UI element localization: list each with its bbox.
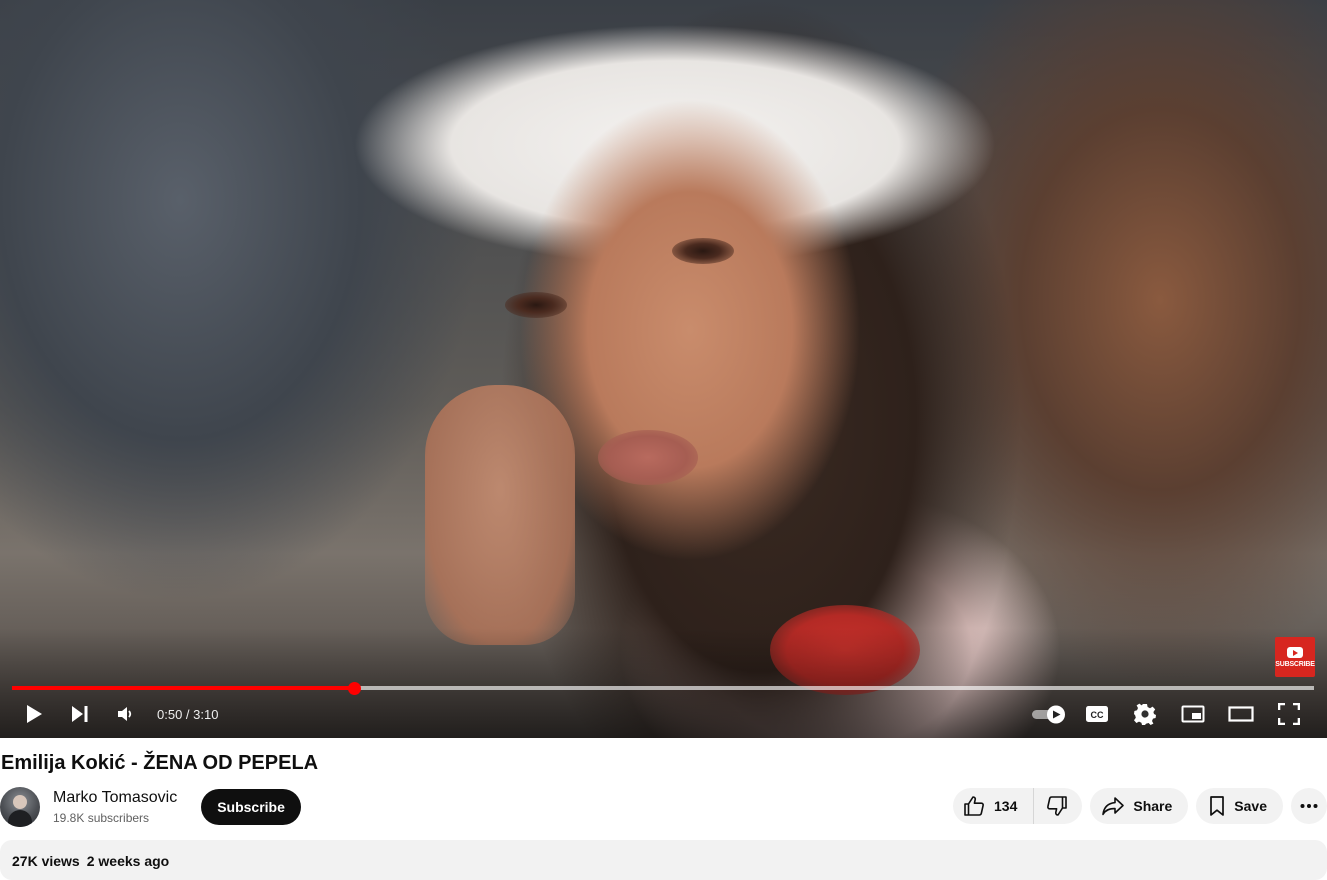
subscriber-count: 19.8K subscribers [53,811,150,825]
save-label: Save [1234,798,1267,814]
theater-mode-icon [1228,706,1254,722]
bookmark-icon [1210,796,1225,816]
fullscreen-button[interactable] [1265,694,1313,734]
more-actions-button[interactable] [1291,788,1327,824]
channel-info: Marko Tomasovic 19.8K subscribers [53,787,177,827]
save-button[interactable]: Save [1196,788,1283,824]
svg-text:CC: CC [1091,710,1104,720]
play-icon [27,705,42,723]
like-button[interactable]: 134 [953,788,1035,824]
captions-button[interactable]: CC [1073,694,1121,734]
thumbs-up-icon [964,796,984,816]
next-icon [72,706,88,722]
video-frame-eye-left [505,292,567,318]
share-arrow-icon [1102,797,1125,816]
progress-played [12,686,355,690]
description-meta: 27K views 2 weeks ago [12,853,169,869]
video-player[interactable]: SUBSCRIBE 0:50 / 3:10 CC [0,0,1327,738]
channel-watermark[interactable]: SUBSCRIBE [1275,637,1315,677]
view-count: 27K views [12,853,80,869]
mute-button[interactable] [103,694,147,734]
upload-date: 2 weeks ago [86,853,170,869]
volume-icon [118,707,132,721]
video-frame-lips [598,430,698,485]
time-display: 0:50 / 3:10 [157,707,218,722]
video-actions: 134 Share Save [953,788,1327,824]
thumbs-down-icon [1047,796,1068,816]
settings-button[interactable] [1121,694,1169,734]
current-time: 0:50 [157,706,183,722]
gear-icon [1134,703,1156,725]
channel-avatar[interactable] [0,787,40,827]
player-controls: 0:50 / 3:10 CC [0,694,1327,734]
autoplay-toggle-icon [1032,705,1065,724]
captions-icon: CC [1086,706,1108,722]
next-button[interactable] [57,694,103,734]
like-count: 134 [994,798,1018,814]
share-label: Share [1133,798,1173,814]
description-box[interactable]: 27K views 2 weeks ago [0,840,1327,880]
like-dislike-group: 134 [953,788,1083,824]
autoplay-toggle[interactable] [1025,694,1073,734]
channel-name[interactable]: Marko Tomasovic [53,787,177,809]
video-title: Emilija Kokić - ŽENA OD PEPELA [1,752,319,774]
more-dots-icon [1300,804,1318,808]
progress-bar[interactable] [12,682,1314,695]
channel-row: Marko Tomasovic 19.8K subscribers Subscr… [0,786,301,828]
duration: 3:10 [193,706,219,722]
fullscreen-icon [1278,703,1300,725]
miniplayer-icon [1181,705,1205,723]
theater-mode-button[interactable] [1217,694,1265,734]
time-separator: / [182,706,194,722]
dislike-button[interactable] [1034,788,1082,824]
video-frame-hand [425,385,575,645]
video-frame-eye-right [672,238,734,264]
watermark-label: SUBSCRIBE [1275,660,1315,668]
youtube-logo-icon [1287,646,1303,658]
miniplayer-button[interactable] [1169,694,1217,734]
share-button[interactable]: Share [1090,788,1189,824]
play-button[interactable] [11,694,57,734]
subscribe-button[interactable]: Subscribe [201,789,301,825]
